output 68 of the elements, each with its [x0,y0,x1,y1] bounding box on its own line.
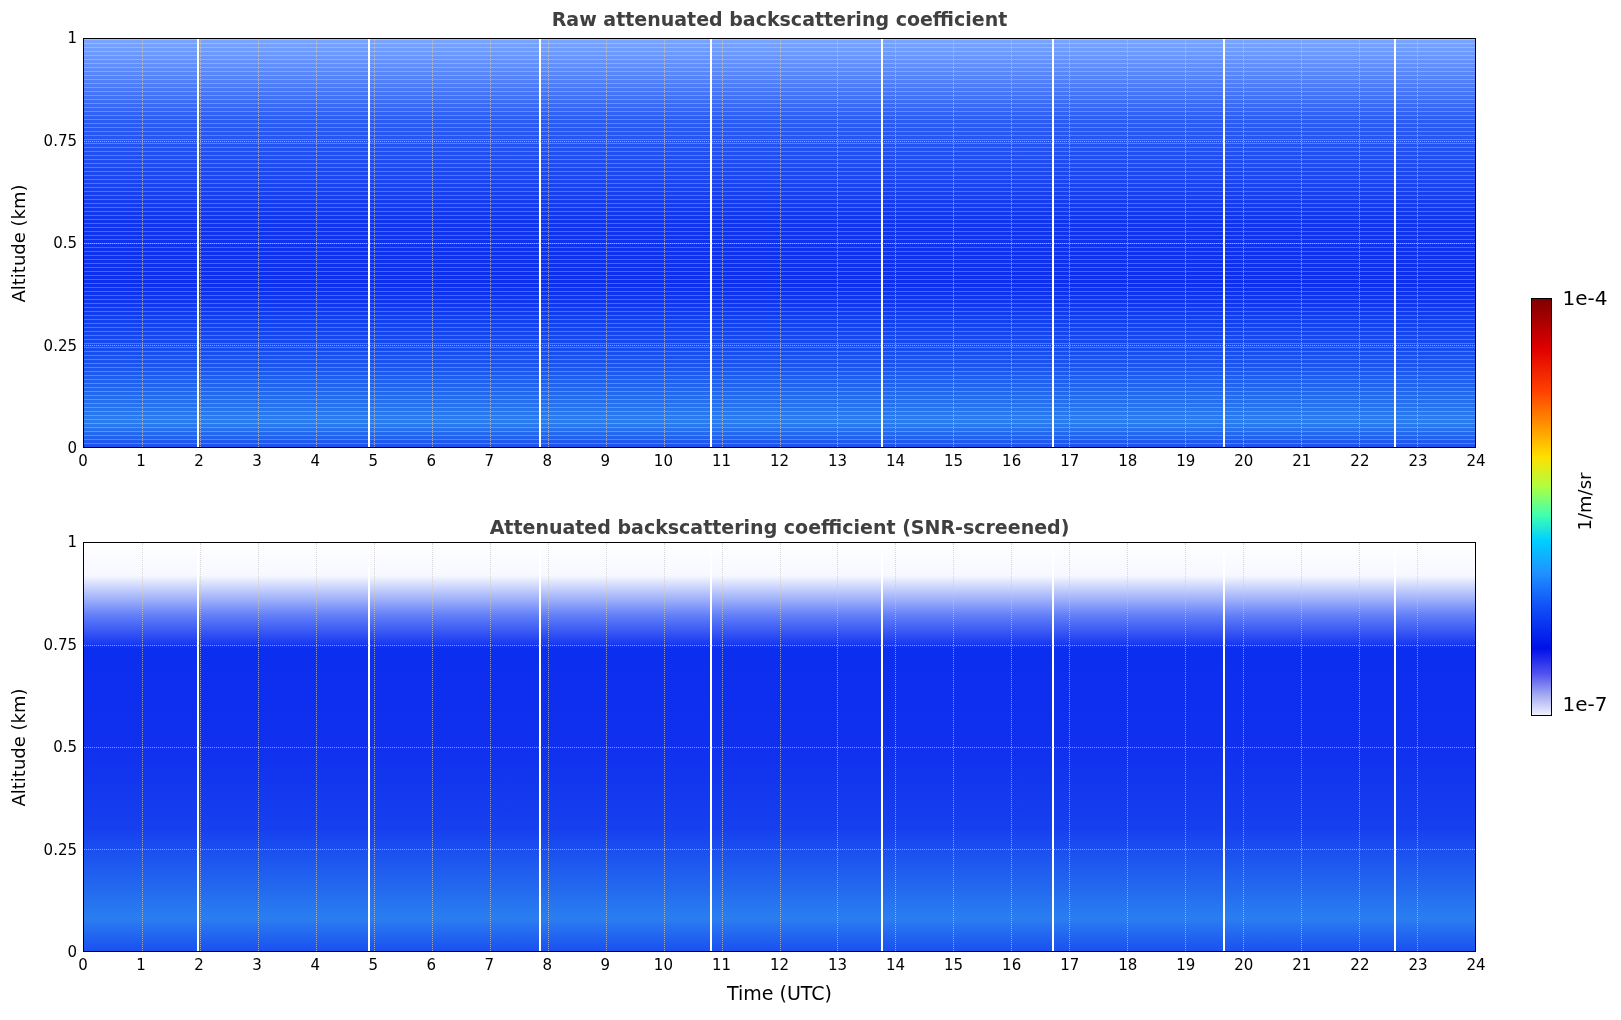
x-tick-label: 16 [1002,956,1022,974]
colorbar-unit-label: 1/m/sr [1574,472,1596,530]
x-tick-label: 9 [600,452,611,470]
x-tick-label: 18 [1118,956,1138,974]
x-tick-label: 14 [886,452,906,470]
y-tick-label: 0 [67,440,77,456]
x-tick-label: 4 [310,956,320,974]
x-tick-label: 18 [1118,452,1138,470]
x-tick-label: 7 [484,956,495,974]
x-tick-label: 15 [944,956,964,974]
x-tick-label: 17 [1060,956,1080,974]
plot-title: Raw attenuated backscattering coefficient [551,8,1008,30]
x-tick-label: 23 [1408,956,1428,974]
x-tick-label: 0 [78,956,88,974]
x-tick-label: 12 [769,452,790,470]
y-tick-label: 0.75 [43,636,77,653]
x-tick-label: 15 [944,452,964,470]
x-tick-label: 3 [252,956,262,974]
x-tick-label: 5 [368,452,378,470]
x-tick-label: 20 [1234,956,1254,974]
y-tick-label: 0.5 [53,235,77,251]
x-tick-label: 11 [711,452,731,470]
x-tick-label: 19 [1176,956,1196,974]
x-tick-label: 20 [1234,452,1254,470]
x-axis-label: Time (UTC) [727,982,832,1004]
x-tick-label: 6 [426,956,436,974]
x-tick-label: 1 [136,956,146,974]
x-tick-label: 11 [711,956,731,974]
y-tick-label: 0.5 [53,739,77,755]
y-tick-label: 1 [67,30,77,46]
x-tick-label: 23 [1408,452,1428,470]
x-tick-label: 12 [769,956,790,974]
colorbar-max-label: 1e-4 [1562,286,1608,310]
x-tick-label: 22 [1350,956,1370,974]
y-tick-label: 0.25 [43,841,77,858]
x-tick-label: 22 [1350,452,1370,470]
x-tick-label: 2 [194,452,204,470]
x-tick-label: 8 [542,452,553,470]
x-tick-label: 19 [1176,452,1196,470]
x-tick-label: 14 [886,956,906,974]
y-tick-label: 0 [67,944,77,960]
colorbar-min-label: 1e-7 [1562,692,1608,716]
x-tick-label: 3 [252,452,262,470]
x-tick-label: 10 [653,452,673,470]
x-tick-label: 6 [426,452,436,470]
x-tick-label: 13 [828,956,848,974]
x-tick-label: 17 [1060,452,1080,470]
y-tick-label: 0.25 [43,337,77,354]
x-tick-label: 24 [1466,452,1486,470]
y-axis-label: Altitude (km) [7,183,29,303]
plot-title: Attenuated backscattering coefficient (SNR-screened) [489,516,1070,538]
x-tick-label: 10 [653,956,673,974]
x-tick-label: 9 [600,956,611,974]
x-tick-label: 16 [1002,452,1022,470]
x-tick-label: 21 [1292,956,1312,974]
x-tick-label: 1 [136,452,146,470]
x-tick-label: 8 [542,956,553,974]
x-tick-label: 4 [310,452,320,470]
y-axis-label: Altitude (km) [7,687,29,807]
x-tick-label: 5 [368,956,378,974]
x-tick-label: 24 [1466,956,1486,974]
x-tick-label: 21 [1292,452,1312,470]
y-tick-label: 0.75 [43,132,77,149]
x-tick-label: 7 [484,452,495,470]
x-tick-label: 0 [78,452,88,470]
x-tick-label: 2 [194,956,204,974]
x-tick-label: 13 [828,452,848,470]
y-tick-label: 1 [67,534,77,550]
